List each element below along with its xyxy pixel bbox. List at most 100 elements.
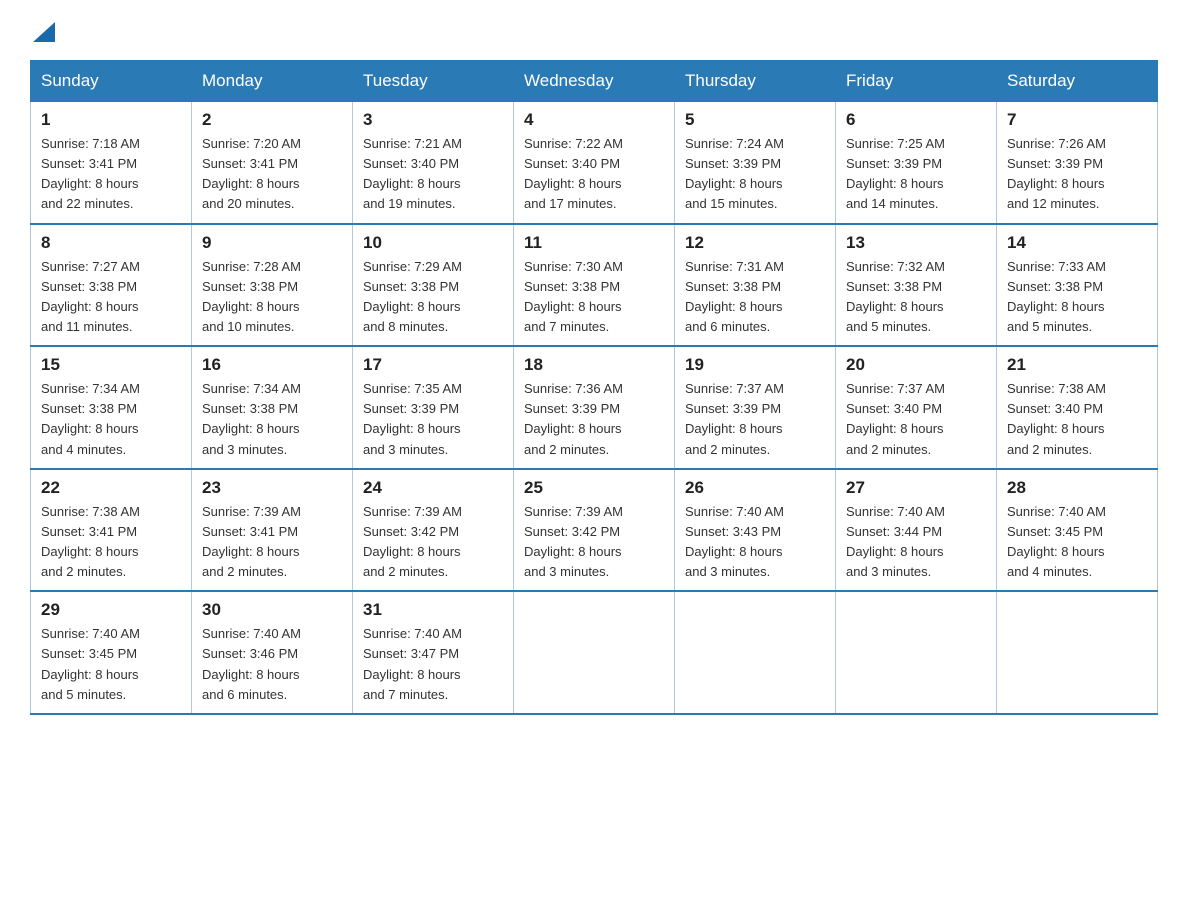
logo bbox=[30, 20, 55, 42]
day-number: 29 bbox=[41, 600, 181, 620]
calendar-cell bbox=[514, 591, 675, 714]
day-info: Sunrise: 7:38 AMSunset: 3:41 PMDaylight:… bbox=[41, 502, 181, 583]
calendar-cell: 30 Sunrise: 7:40 AMSunset: 3:46 PMDaylig… bbox=[192, 591, 353, 714]
calendar-cell: 25 Sunrise: 7:39 AMSunset: 3:42 PMDaylig… bbox=[514, 469, 675, 592]
calendar-cell: 31 Sunrise: 7:40 AMSunset: 3:47 PMDaylig… bbox=[353, 591, 514, 714]
day-info: Sunrise: 7:36 AMSunset: 3:39 PMDaylight:… bbox=[524, 379, 664, 460]
day-number: 2 bbox=[202, 110, 342, 130]
day-info: Sunrise: 7:35 AMSunset: 3:39 PMDaylight:… bbox=[363, 379, 503, 460]
day-number: 5 bbox=[685, 110, 825, 130]
calendar-week-row: 1 Sunrise: 7:18 AMSunset: 3:41 PMDayligh… bbox=[31, 102, 1158, 224]
day-number: 17 bbox=[363, 355, 503, 375]
day-info: Sunrise: 7:40 AMSunset: 3:47 PMDaylight:… bbox=[363, 624, 503, 705]
day-info: Sunrise: 7:40 AMSunset: 3:46 PMDaylight:… bbox=[202, 624, 342, 705]
day-number: 19 bbox=[685, 355, 825, 375]
day-info: Sunrise: 7:29 AMSunset: 3:38 PMDaylight:… bbox=[363, 257, 503, 338]
day-number: 15 bbox=[41, 355, 181, 375]
day-info: Sunrise: 7:40 AMSunset: 3:43 PMDaylight:… bbox=[685, 502, 825, 583]
day-info: Sunrise: 7:39 AMSunset: 3:41 PMDaylight:… bbox=[202, 502, 342, 583]
calendar-cell: 2 Sunrise: 7:20 AMSunset: 3:41 PMDayligh… bbox=[192, 102, 353, 224]
logo-arrow-icon bbox=[33, 22, 55, 42]
calendar-cell: 24 Sunrise: 7:39 AMSunset: 3:42 PMDaylig… bbox=[353, 469, 514, 592]
day-number: 18 bbox=[524, 355, 664, 375]
calendar-cell: 17 Sunrise: 7:35 AMSunset: 3:39 PMDaylig… bbox=[353, 346, 514, 469]
day-info: Sunrise: 7:33 AMSunset: 3:38 PMDaylight:… bbox=[1007, 257, 1147, 338]
calendar-cell: 11 Sunrise: 7:30 AMSunset: 3:38 PMDaylig… bbox=[514, 224, 675, 347]
day-number: 3 bbox=[363, 110, 503, 130]
day-info: Sunrise: 7:34 AMSunset: 3:38 PMDaylight:… bbox=[202, 379, 342, 460]
day-number: 21 bbox=[1007, 355, 1147, 375]
day-number: 24 bbox=[363, 478, 503, 498]
calendar-week-row: 8 Sunrise: 7:27 AMSunset: 3:38 PMDayligh… bbox=[31, 224, 1158, 347]
day-number: 28 bbox=[1007, 478, 1147, 498]
day-info: Sunrise: 7:21 AMSunset: 3:40 PMDaylight:… bbox=[363, 134, 503, 215]
calendar-cell: 6 Sunrise: 7:25 AMSunset: 3:39 PMDayligh… bbox=[836, 102, 997, 224]
calendar-cell: 21 Sunrise: 7:38 AMSunset: 3:40 PMDaylig… bbox=[997, 346, 1158, 469]
column-header-monday: Monday bbox=[192, 61, 353, 102]
calendar-cell bbox=[836, 591, 997, 714]
calendar-cell: 8 Sunrise: 7:27 AMSunset: 3:38 PMDayligh… bbox=[31, 224, 192, 347]
day-info: Sunrise: 7:32 AMSunset: 3:38 PMDaylight:… bbox=[846, 257, 986, 338]
day-info: Sunrise: 7:40 AMSunset: 3:45 PMDaylight:… bbox=[41, 624, 181, 705]
calendar-cell: 19 Sunrise: 7:37 AMSunset: 3:39 PMDaylig… bbox=[675, 346, 836, 469]
calendar-cell: 3 Sunrise: 7:21 AMSunset: 3:40 PMDayligh… bbox=[353, 102, 514, 224]
calendar-cell: 15 Sunrise: 7:34 AMSunset: 3:38 PMDaylig… bbox=[31, 346, 192, 469]
calendar-cell: 22 Sunrise: 7:38 AMSunset: 3:41 PMDaylig… bbox=[31, 469, 192, 592]
day-info: Sunrise: 7:38 AMSunset: 3:40 PMDaylight:… bbox=[1007, 379, 1147, 460]
day-info: Sunrise: 7:20 AMSunset: 3:41 PMDaylight:… bbox=[202, 134, 342, 215]
calendar-week-row: 22 Sunrise: 7:38 AMSunset: 3:41 PMDaylig… bbox=[31, 469, 1158, 592]
day-number: 7 bbox=[1007, 110, 1147, 130]
column-header-tuesday: Tuesday bbox=[353, 61, 514, 102]
day-number: 30 bbox=[202, 600, 342, 620]
day-number: 25 bbox=[524, 478, 664, 498]
day-number: 12 bbox=[685, 233, 825, 253]
day-info: Sunrise: 7:22 AMSunset: 3:40 PMDaylight:… bbox=[524, 134, 664, 215]
calendar-cell: 20 Sunrise: 7:37 AMSunset: 3:40 PMDaylig… bbox=[836, 346, 997, 469]
calendar-cell bbox=[997, 591, 1158, 714]
calendar-cell bbox=[675, 591, 836, 714]
column-header-saturday: Saturday bbox=[997, 61, 1158, 102]
day-number: 27 bbox=[846, 478, 986, 498]
day-info: Sunrise: 7:39 AMSunset: 3:42 PMDaylight:… bbox=[524, 502, 664, 583]
calendar-cell: 14 Sunrise: 7:33 AMSunset: 3:38 PMDaylig… bbox=[997, 224, 1158, 347]
day-info: Sunrise: 7:27 AMSunset: 3:38 PMDaylight:… bbox=[41, 257, 181, 338]
calendar-cell: 16 Sunrise: 7:34 AMSunset: 3:38 PMDaylig… bbox=[192, 346, 353, 469]
day-number: 31 bbox=[363, 600, 503, 620]
day-info: Sunrise: 7:31 AMSunset: 3:38 PMDaylight:… bbox=[685, 257, 825, 338]
day-info: Sunrise: 7:24 AMSunset: 3:39 PMDaylight:… bbox=[685, 134, 825, 215]
column-header-friday: Friday bbox=[836, 61, 997, 102]
calendar-cell: 7 Sunrise: 7:26 AMSunset: 3:39 PMDayligh… bbox=[997, 102, 1158, 224]
day-info: Sunrise: 7:40 AMSunset: 3:45 PMDaylight:… bbox=[1007, 502, 1147, 583]
day-number: 8 bbox=[41, 233, 181, 253]
calendar-cell: 1 Sunrise: 7:18 AMSunset: 3:41 PMDayligh… bbox=[31, 102, 192, 224]
calendar-cell: 28 Sunrise: 7:40 AMSunset: 3:45 PMDaylig… bbox=[997, 469, 1158, 592]
day-info: Sunrise: 7:39 AMSunset: 3:42 PMDaylight:… bbox=[363, 502, 503, 583]
calendar-header-row: SundayMondayTuesdayWednesdayThursdayFrid… bbox=[31, 61, 1158, 102]
calendar-cell: 23 Sunrise: 7:39 AMSunset: 3:41 PMDaylig… bbox=[192, 469, 353, 592]
column-header-wednesday: Wednesday bbox=[514, 61, 675, 102]
calendar-cell: 29 Sunrise: 7:40 AMSunset: 3:45 PMDaylig… bbox=[31, 591, 192, 714]
column-header-thursday: Thursday bbox=[675, 61, 836, 102]
calendar-cell: 27 Sunrise: 7:40 AMSunset: 3:44 PMDaylig… bbox=[836, 469, 997, 592]
calendar-week-row: 15 Sunrise: 7:34 AMSunset: 3:38 PMDaylig… bbox=[31, 346, 1158, 469]
day-info: Sunrise: 7:25 AMSunset: 3:39 PMDaylight:… bbox=[846, 134, 986, 215]
day-info: Sunrise: 7:37 AMSunset: 3:40 PMDaylight:… bbox=[846, 379, 986, 460]
day-number: 23 bbox=[202, 478, 342, 498]
day-info: Sunrise: 7:34 AMSunset: 3:38 PMDaylight:… bbox=[41, 379, 181, 460]
page-header bbox=[30, 20, 1158, 42]
day-number: 10 bbox=[363, 233, 503, 253]
day-number: 11 bbox=[524, 233, 664, 253]
day-info: Sunrise: 7:40 AMSunset: 3:44 PMDaylight:… bbox=[846, 502, 986, 583]
day-number: 16 bbox=[202, 355, 342, 375]
day-number: 20 bbox=[846, 355, 986, 375]
day-info: Sunrise: 7:37 AMSunset: 3:39 PMDaylight:… bbox=[685, 379, 825, 460]
day-number: 22 bbox=[41, 478, 181, 498]
calendar-cell: 5 Sunrise: 7:24 AMSunset: 3:39 PMDayligh… bbox=[675, 102, 836, 224]
day-number: 1 bbox=[41, 110, 181, 130]
day-number: 26 bbox=[685, 478, 825, 498]
day-info: Sunrise: 7:26 AMSunset: 3:39 PMDaylight:… bbox=[1007, 134, 1147, 215]
column-header-sunday: Sunday bbox=[31, 61, 192, 102]
day-info: Sunrise: 7:18 AMSunset: 3:41 PMDaylight:… bbox=[41, 134, 181, 215]
day-number: 6 bbox=[846, 110, 986, 130]
day-number: 9 bbox=[202, 233, 342, 253]
